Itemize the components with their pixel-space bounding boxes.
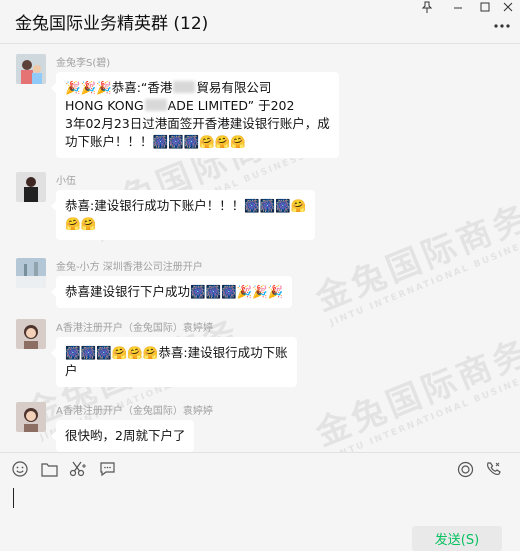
live-icon[interactable] bbox=[456, 460, 474, 478]
message-text: HONG KONG bbox=[65, 98, 144, 113]
sender-name: 金兔李S(碧) bbox=[56, 58, 111, 69]
message-text: ADE LIMITED” 于202 bbox=[167, 98, 295, 113]
redacted-mark bbox=[173, 81, 196, 93]
message-text: 貿易有限公司 bbox=[196, 80, 272, 95]
close-icon[interactable] bbox=[499, 0, 517, 14]
sender-name: 小伍 bbox=[56, 176, 76, 187]
avatar[interactable] bbox=[16, 258, 46, 288]
avatar[interactable] bbox=[16, 172, 46, 202]
message-bubble[interactable]: 🎉🎉🎉恭喜:“香港 貿易有限公司 HONG KONG ADE LIMITED” 于2… bbox=[51, 72, 339, 158]
more-icon[interactable] bbox=[492, 20, 512, 32]
pin-icon[interactable] bbox=[418, 0, 436, 14]
chat-header: 金兔国际业务精英群 (12) bbox=[0, 0, 520, 44]
message-bubble[interactable]: 🎆🎆🎆🤗🤗🤗恭喜:建设银行成功下账 户 bbox=[51, 337, 297, 387]
message-line: 户 bbox=[65, 363, 78, 378]
message-line: 很快哟，2周就下户了 bbox=[65, 428, 186, 443]
message-line: 恭喜:建设银行成功下账户！！！🎆🎆🎆🤗 bbox=[65, 198, 307, 213]
chat-bubble-icon[interactable] bbox=[98, 460, 116, 478]
message-input[interactable] bbox=[0, 483, 520, 523]
watermark: 金兔国际商务 JINTU INTERNATIONAL BUSINESS bbox=[310, 196, 520, 329]
message-text: 🎉🎉🎉恭喜:“香港 bbox=[65, 80, 173, 95]
input-toolbar bbox=[0, 453, 520, 483]
watermark: 金兔国际商务 JINTU INTERNATIONAL BUSINESS bbox=[310, 331, 520, 452]
avatar[interactable] bbox=[16, 402, 46, 432]
scissors-icon[interactable] bbox=[69, 460, 87, 478]
redacted-mark bbox=[144, 99, 167, 111]
avatar[interactable] bbox=[16, 54, 46, 84]
sender-name: A香港注册开户（金兔国际）袁婷婷 bbox=[56, 406, 213, 417]
message-line: 功下账户！！！🎆🎆🎆🤗🤗🤗 bbox=[65, 134, 246, 149]
minimize-icon[interactable] bbox=[449, 0, 467, 14]
message-bubble[interactable]: 很快哟，2周就下户了 bbox=[50, 420, 195, 452]
phone-icon[interactable] bbox=[485, 460, 503, 478]
sender-name: 金兔-小方 深圳香港公司注册开户 bbox=[56, 262, 203, 273]
avatar[interactable] bbox=[16, 319, 46, 349]
folder-icon[interactable] bbox=[40, 460, 58, 478]
sender-name: A香港注册开户（金兔国际）袁婷婷 bbox=[56, 323, 213, 334]
message-list[interactable]: 金兔国际商务 JINTU INTERNATIONAL BUSINESS 金兔国际… bbox=[0, 45, 520, 452]
text-caret bbox=[13, 488, 14, 508]
chat-title: 金兔国际业务精英群 (12) bbox=[15, 14, 209, 34]
message-line: 🎆🎆🎆🤗🤗🤗恭喜:建设银行成功下账 bbox=[65, 345, 288, 360]
emoji-icon[interactable] bbox=[11, 460, 29, 478]
message-line: 3年02月23日过港面签开香港建设银行账户，成 bbox=[65, 116, 330, 131]
message-line: 恭喜建设银行下户成功🎆🎆🎆🎉🎉🎉 bbox=[65, 284, 284, 299]
message-bubble[interactable]: 恭喜:建设银行成功下账户！！！🎆🎆🎆🤗 🤗🤗 bbox=[50, 190, 316, 240]
message-line: 🎉🎉🎉恭喜:“香港 貿易有限公司 bbox=[65, 79, 330, 97]
message-line: HONG KONG ADE LIMITED” 于202 bbox=[65, 97, 330, 115]
send-button[interactable]: 发送(S) bbox=[412, 526, 502, 551]
message-bubble[interactable]: 恭喜建设银行下户成功🎆🎆🎆🎉🎉🎉 bbox=[50, 276, 293, 308]
message-line: 🤗🤗 bbox=[65, 216, 97, 231]
maximize-icon[interactable] bbox=[476, 0, 494, 14]
